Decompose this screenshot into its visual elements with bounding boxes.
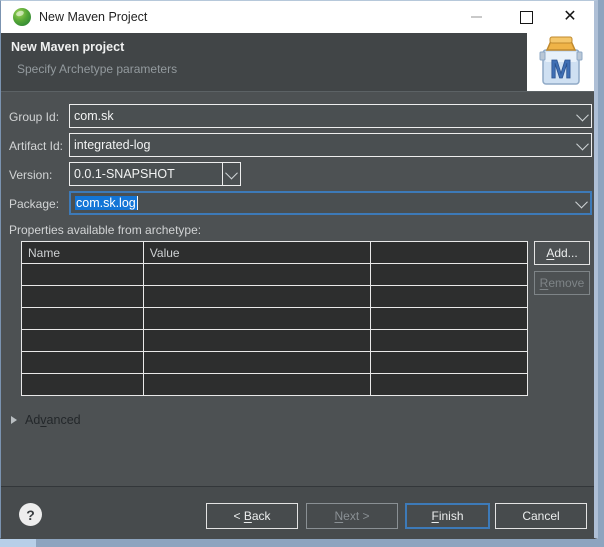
table-cell [22, 352, 144, 374]
collapsed-arrow-icon [11, 416, 17, 424]
minimize-icon [471, 16, 482, 18]
package-value[interactable]: com.sk.log [71, 196, 572, 211]
table-cell [22, 264, 144, 286]
desktop-accent-strip [0, 538, 36, 547]
close-icon: ✕ [563, 9, 576, 25]
selected-text: com.sk.log [75, 196, 137, 210]
group-id-value[interactable]: com.sk [70, 109, 573, 123]
advanced-label: Advanced [25, 413, 81, 427]
wizard-title: New Maven project [11, 40, 124, 54]
artifact-id-combo[interactable]: integrated-log [69, 133, 592, 157]
svg-text:M: M [550, 54, 572, 84]
wizard-header: New Maven project Specify Archetype para… [1, 33, 594, 91]
artifact-id-value[interactable]: integrated-log [70, 138, 573, 152]
table-cell [22, 286, 144, 308]
help-button[interactable]: ? [19, 503, 42, 526]
table-row[interactable] [22, 374, 528, 396]
help-icon: ? [26, 507, 35, 523]
package-combo[interactable]: com.sk.log [69, 191, 592, 215]
table-cell [371, 352, 528, 374]
artifact-id-label: Artifact Id: [9, 139, 63, 153]
window-title: New Maven Project [39, 1, 147, 33]
properties-caption: Properties available from archetype: [9, 223, 201, 237]
finish-button[interactable]: Finish [405, 503, 490, 529]
version-value[interactable]: 0.0.1-SNAPSHOT [70, 167, 222, 181]
minimize-button[interactable] [459, 1, 493, 33]
table-cell [143, 352, 371, 374]
remove-button[interactable]: Remove [534, 271, 590, 295]
add-button[interactable]: Add... [534, 241, 590, 265]
maven-icon: M [537, 36, 585, 88]
advanced-section-toggle[interactable]: Advanced [11, 413, 81, 427]
table-cell [143, 264, 371, 286]
cancel-button[interactable]: Cancel [495, 503, 587, 529]
properties-table: Name Value [21, 241, 528, 396]
table-row[interactable] [22, 352, 528, 374]
chevron-down-icon[interactable] [573, 134, 591, 156]
group-id-combo[interactable]: com.sk [69, 104, 592, 128]
table-cell [371, 330, 528, 352]
version-label: Version: [9, 168, 52, 182]
table-row[interactable] [22, 264, 528, 286]
chevron-down-icon[interactable] [572, 193, 590, 213]
titlebar[interactable]: New Maven Project ✕ [1, 1, 594, 33]
maximize-icon [520, 11, 533, 24]
header-separator [1, 91, 594, 92]
column-header-name[interactable]: Name [22, 242, 144, 264]
column-header-extra[interactable] [371, 242, 528, 264]
column-header-value[interactable]: Value [143, 242, 371, 264]
table-cell [22, 330, 144, 352]
close-button[interactable]: ✕ [553, 1, 587, 33]
table-cell [371, 308, 528, 330]
eclipse-icon [13, 8, 31, 26]
table-cell [371, 264, 528, 286]
table-cell [22, 308, 144, 330]
maximize-button[interactable] [509, 1, 543, 33]
table-cell [371, 374, 528, 396]
table-row[interactable] [22, 308, 528, 330]
text-caret [137, 196, 138, 210]
table-cell [143, 308, 371, 330]
button-bar: ? < Back Next > Finish Cancel [1, 487, 594, 539]
table-row[interactable] [22, 286, 528, 308]
table-header-row: Name Value [22, 242, 528, 264]
version-combo[interactable]: 0.0.1-SNAPSHOT [69, 162, 241, 186]
maven-banner: M [527, 33, 594, 91]
package-label: Package: [9, 197, 59, 211]
new-maven-project-dialog: New Maven Project ✕ New Maven project Sp… [0, 0, 598, 539]
chevron-down-icon[interactable] [573, 105, 591, 127]
table-cell [143, 286, 371, 308]
table-cell [371, 286, 528, 308]
table-row[interactable] [22, 330, 528, 352]
back-button[interactable]: < Back [206, 503, 298, 529]
next-button[interactable]: Next > [306, 503, 398, 529]
table-body [22, 264, 528, 396]
group-id-label: Group Id: [9, 110, 59, 124]
table-cell [143, 374, 371, 396]
table-cell [143, 330, 371, 352]
chevron-down-icon[interactable] [222, 163, 240, 185]
table-cell [22, 374, 144, 396]
wizard-subtitle: Specify Archetype parameters [17, 62, 177, 76]
